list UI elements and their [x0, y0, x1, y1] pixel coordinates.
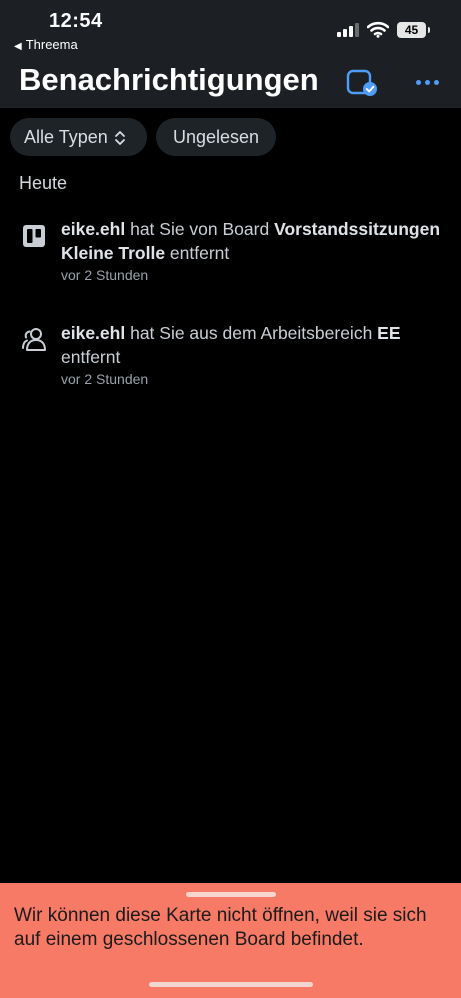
- toast-message: Wir können diese Karte nicht öffnen, wei…: [14, 905, 427, 950]
- workspace-members-icon: [22, 328, 46, 351]
- back-to-app-link[interactable]: ◀ Threema: [14, 37, 78, 52]
- status-time: 12:54: [49, 10, 103, 32]
- notification-action-end: entfernt: [61, 347, 121, 367]
- mark-all-read-icon[interactable]: [346, 68, 378, 98]
- battery-indicator: 45: [397, 22, 430, 38]
- notification-text: eike.ehl hat Sie aus dem Arbeitsbereich …: [61, 321, 456, 369]
- type-filter-dropdown[interactable]: Alle Typen: [10, 118, 147, 156]
- back-app-label: Threema: [25, 37, 78, 52]
- type-filter-label: Alle Typen: [24, 127, 108, 147]
- notification-user: eike.ehl: [61, 219, 126, 239]
- notification-action: hat Sie von Board: [125, 219, 275, 239]
- notification-action: hat Sie aus dem Arbeitsbereich: [125, 323, 378, 343]
- home-indicator[interactable]: [149, 982, 313, 987]
- notification-text: eike.ehl hat Sie von Board Vorstandssitz…: [61, 217, 456, 265]
- wifi-icon: [367, 21, 389, 38]
- notification-time: vor 2 Stunden: [61, 371, 149, 387]
- board-icon: [23, 225, 45, 247]
- page-title: Benachrichtigungen: [19, 62, 319, 97]
- notification-time: vor 2 Stunden: [61, 267, 149, 283]
- back-arrow-icon: ◀: [14, 41, 22, 52]
- cellular-signal-icon: [337, 23, 359, 37]
- chevron-up-down-icon: [114, 131, 125, 146]
- section-heading-today: Heute: [19, 173, 68, 193]
- toast-drag-handle[interactable]: [186, 892, 276, 897]
- more-options-icon[interactable]: [414, 70, 442, 94]
- notification-target: EE: [377, 323, 401, 343]
- header: 12:54 ◀ Threema 45 Benachrichtigungen: [0, 0, 461, 108]
- error-toast[interactable]: Wir können diese Karte nicht öffnen, wei…: [0, 883, 461, 998]
- notification-action-end: entfernt: [165, 243, 230, 263]
- notification-user: eike.ehl: [61, 323, 126, 343]
- unread-filter-button[interactable]: Ungelesen: [156, 118, 276, 156]
